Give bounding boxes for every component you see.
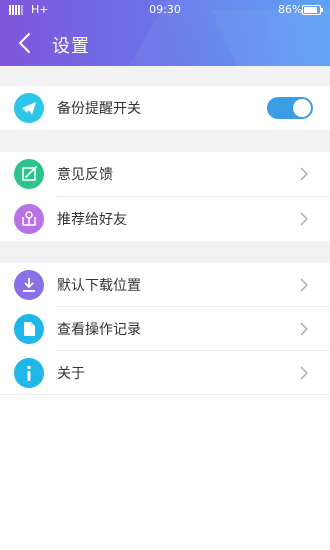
setting-label: 推荐给好友 xyxy=(57,212,127,228)
setting-download-location[interactable]: 默认下载位置 xyxy=(0,263,330,307)
toggle-knob xyxy=(293,99,311,117)
download-icon xyxy=(14,270,44,300)
section-gap xyxy=(0,66,330,86)
status-bar: H+ 09:30 86% xyxy=(0,0,330,20)
page-title: 设置 xyxy=(52,36,90,57)
app-header: H+ 09:30 86% 设置 xyxy=(0,0,330,66)
section-gap xyxy=(0,130,330,152)
setting-backup-reminder: 备份提醒开关 xyxy=(0,86,330,130)
gift-icon xyxy=(14,204,44,234)
setting-feedback[interactable]: 意见反馈 xyxy=(0,152,330,196)
chevron-right-icon xyxy=(300,212,308,226)
battery-percent: 86% xyxy=(278,3,303,16)
setting-label: 默认下载位置 xyxy=(57,278,141,294)
battery-fill xyxy=(304,7,317,13)
chevron-right-icon xyxy=(300,322,308,336)
setting-about[interactable]: 关于 xyxy=(0,351,330,395)
chevron-right-icon xyxy=(300,167,308,181)
chevron-left-icon xyxy=(19,33,30,53)
feedback-icon xyxy=(14,159,44,189)
info-icon xyxy=(14,358,44,388)
document-icon xyxy=(14,314,44,344)
setting-recommend[interactable]: 推荐给好友 xyxy=(0,197,330,241)
setting-label: 关于 xyxy=(57,366,85,382)
chevron-right-icon xyxy=(300,366,308,380)
setting-label: 意见反馈 xyxy=(57,167,113,183)
back-button[interactable] xyxy=(14,30,38,56)
chevron-right-icon xyxy=(300,278,308,292)
battery-icon xyxy=(302,5,323,15)
setting-operation-log[interactable]: 查看操作记录 xyxy=(0,307,330,351)
paper-plane-icon xyxy=(14,93,44,123)
backup-reminder-toggle[interactable] xyxy=(267,97,313,119)
setting-label: 备份提醒开关 xyxy=(57,101,141,117)
section-gap xyxy=(0,241,330,263)
setting-label: 查看操作记录 xyxy=(57,322,141,338)
divider xyxy=(0,394,330,395)
